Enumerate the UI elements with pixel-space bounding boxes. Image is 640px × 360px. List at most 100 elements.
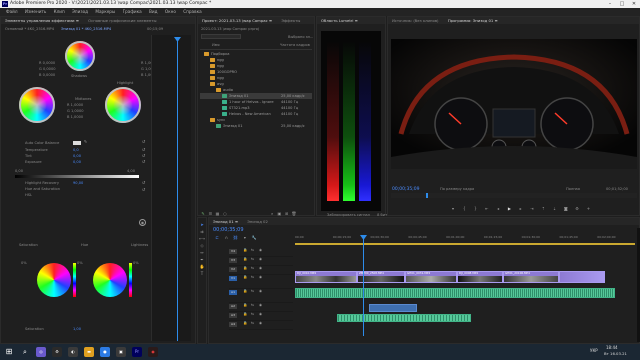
audio-clip-a1[interactable] [295, 288, 615, 298]
hue-hsl-wheel[interactable] [93, 263, 127, 297]
tab-sequence-02[interactable]: Эпизод 02 [243, 218, 272, 225]
menu-sequence[interactable]: Эпизод [72, 8, 88, 16]
keyboard-language[interactable]: УКР [590, 348, 598, 353]
eye-icon[interactable]: ◉ [259, 248, 262, 253]
track-target-label[interactable]: A4 [229, 322, 237, 327]
work-area-bar[interactable] [295, 243, 635, 245]
program-timecode[interactable]: 00;00;35;09 [392, 187, 419, 192]
quality-dropdown[interactable]: Полная [566, 187, 580, 191]
sync-icon[interactable]: ⇆ [251, 248, 254, 253]
export-frame-icon[interactable]: ◙ [561, 206, 571, 211]
snap-icon[interactable]: ∩ [222, 235, 230, 240]
track-header[interactable]: A4 🔒 ⇆ ◉ [229, 321, 293, 330]
timeline-settings-icon[interactable]: 🔧 [250, 235, 258, 240]
tab-program[interactable]: Программа: Эпизод 01 ≡ [444, 17, 502, 24]
clip-label[interactable]: Эпизод 01 * 4K0_2516.MP4 [61, 27, 111, 31]
menu-graphics[interactable]: Графика [123, 8, 142, 16]
reset-icon[interactable]: ↺ [141, 147, 146, 152]
clock-time[interactable]: 18:44 [606, 345, 618, 350]
add-keyframe-icon[interactable]: ◉ [139, 219, 146, 226]
video-clip[interactable]: GH01_0031.MP4 [405, 271, 457, 283]
pen-icon[interactable]: ✎ [200, 211, 206, 216]
add-button-icon[interactable]: + [583, 206, 593, 211]
ripple-edit-icon[interactable]: ⟷ [198, 236, 206, 241]
lock-icon[interactable]: 🔒 [243, 266, 247, 271]
track-header[interactable]: A3 🔒 ⇆ ◉ [229, 312, 293, 321]
zoom-slider-icon[interactable]: ○ [222, 211, 228, 216]
lock-icon[interactable]: 🔒 [243, 275, 247, 280]
menu-view[interactable]: Вид [149, 8, 158, 16]
reset-icon[interactable]: ↺ [141, 153, 146, 158]
mark-out-icon[interactable]: } [471, 206, 481, 211]
record-icon[interactable]: ◉ [148, 347, 158, 357]
track-target-label[interactable]: V2 [229, 267, 237, 272]
tab-source[interactable]: Источник: (без клипов) [388, 17, 443, 24]
tab-lumetri-scopes[interactable]: Область Lumetri ≡ [317, 17, 362, 24]
close-icon[interactable]: ✕ [628, 0, 640, 8]
slip-tool-icon[interactable]: ↔ [198, 250, 206, 255]
lock-icon[interactable]: 🔒 [243, 303, 247, 308]
track-target-label[interactable]: A1 [229, 290, 237, 295]
fit-dropdown[interactable]: По размеру кадра [440, 187, 474, 191]
col-name-header[interactable]: Имя [212, 43, 220, 47]
track-header[interactable]: V3 🔒 ⇆ ◉ [229, 257, 293, 266]
go-to-out-icon[interactable]: ⇥ [527, 206, 537, 211]
audio-clip-a4[interactable] [337, 314, 471, 322]
viber-icon[interactable]: ◎ [36, 347, 46, 357]
search-taskbar-icon[interactable]: ⌕ [20, 347, 30, 357]
col-fps-header[interactable]: Частота кадров [280, 43, 310, 47]
eye-icon[interactable]: ◉ [259, 312, 262, 317]
eye-icon[interactable]: ◉ [259, 275, 262, 280]
saturation-value[interactable]: 1,00 [73, 327, 81, 331]
sync-icon[interactable]: ⇆ [251, 266, 254, 271]
range-slider[interactable] [15, 175, 139, 178]
video-clip[interactable]: DJI_0008.MP4 [457, 271, 503, 283]
program-video-frame[interactable] [391, 39, 637, 169]
menu-edit[interactable]: Изменить [25, 8, 46, 16]
maximize-icon[interactable]: □ [616, 0, 628, 8]
go-to-in-icon[interactable]: ⇤ [482, 206, 492, 211]
search-icon[interactable]: ⌕ [269, 211, 275, 216]
settings-app-icon[interactable]: ⚙ [52, 347, 62, 357]
premiere-taskbar-icon[interactable]: Pr [132, 347, 142, 357]
program-playhead[interactable] [426, 193, 428, 198]
app-icon-2[interactable]: ▣ [116, 347, 126, 357]
reset-icon[interactable]: ↺ [141, 180, 146, 185]
track-target-label[interactable]: A3 [229, 313, 237, 318]
list-view-icon[interactable]: ☰ [207, 211, 213, 216]
sync-icon[interactable]: ⇆ [251, 257, 254, 262]
menu-markers[interactable]: Маркеры [95, 8, 115, 16]
pen-tool-icon[interactable]: ✒ [198, 257, 206, 262]
eyedropper-icon[interactable]: ✎ [83, 139, 88, 144]
minimize-icon[interactable]: – [604, 0, 616, 8]
sync-icon[interactable]: ⇆ [251, 321, 254, 326]
settings-icon[interactable]: ⚙ [572, 206, 582, 211]
eye-icon[interactable]: ◉ [259, 289, 262, 294]
tab-project[interactable]: Проект: 2021.03.13 \wap Compac ≡ [198, 17, 276, 24]
temperature-value[interactable]: 0,0 [73, 148, 79, 152]
menu-help[interactable]: Справка [183, 8, 201, 16]
step-back-icon[interactable]: ◂ [493, 206, 503, 211]
icon-view-icon[interactable]: ▦ [215, 211, 221, 216]
lock-icon[interactable]: 🔒 [243, 248, 247, 253]
video-clip[interactable]: ZMP00_2508.MP4 [357, 271, 405, 283]
menu-clip[interactable]: Клип [54, 8, 65, 16]
new-item-icon[interactable]: ⊞ [284, 211, 290, 216]
chrome-icon[interactable]: ● [100, 347, 110, 357]
track-target-label[interactable]: V3 [229, 258, 237, 263]
audio-clip-a3[interactable] [369, 304, 417, 312]
track-target-label[interactable]: V4 [229, 249, 237, 254]
exposure-value[interactable]: 0,00 [73, 160, 81, 164]
track-header[interactable]: A2 🔒 ⇆ ◉ [229, 303, 293, 312]
reset-icon[interactable]: ↺ [141, 159, 146, 164]
sync-icon[interactable]: ⇆ [251, 289, 254, 294]
lock-icon[interactable]: 🔒 [243, 321, 247, 326]
lock-icon[interactable]: 🔒 [243, 289, 247, 294]
hand-tool-icon[interactable]: ✋ [198, 264, 206, 269]
eye-icon[interactable]: ◉ [259, 321, 262, 326]
extract-icon[interactable]: ⇣ [550, 206, 560, 211]
windows-start-icon[interactable]: ⊞ [4, 347, 14, 357]
timeline-timecode[interactable]: 00;00;35;09 [213, 227, 244, 233]
linked-selection-icon[interactable]: ⛓ [232, 235, 240, 240]
new-bin-icon[interactable]: ▣ [276, 211, 282, 216]
